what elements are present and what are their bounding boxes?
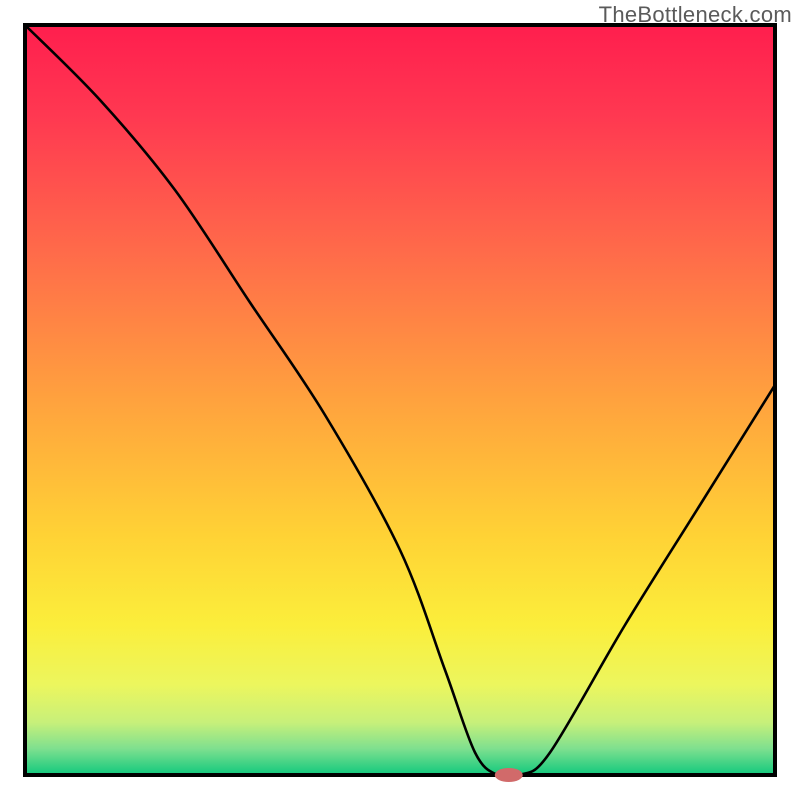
bottleneck-chart <box>0 0 800 800</box>
watermark-text: TheBottleneck.com <box>599 2 792 28</box>
plot-background <box>25 25 775 775</box>
optimal-point-marker <box>495 768 523 782</box>
chart-container: TheBottleneck.com <box>0 0 800 800</box>
